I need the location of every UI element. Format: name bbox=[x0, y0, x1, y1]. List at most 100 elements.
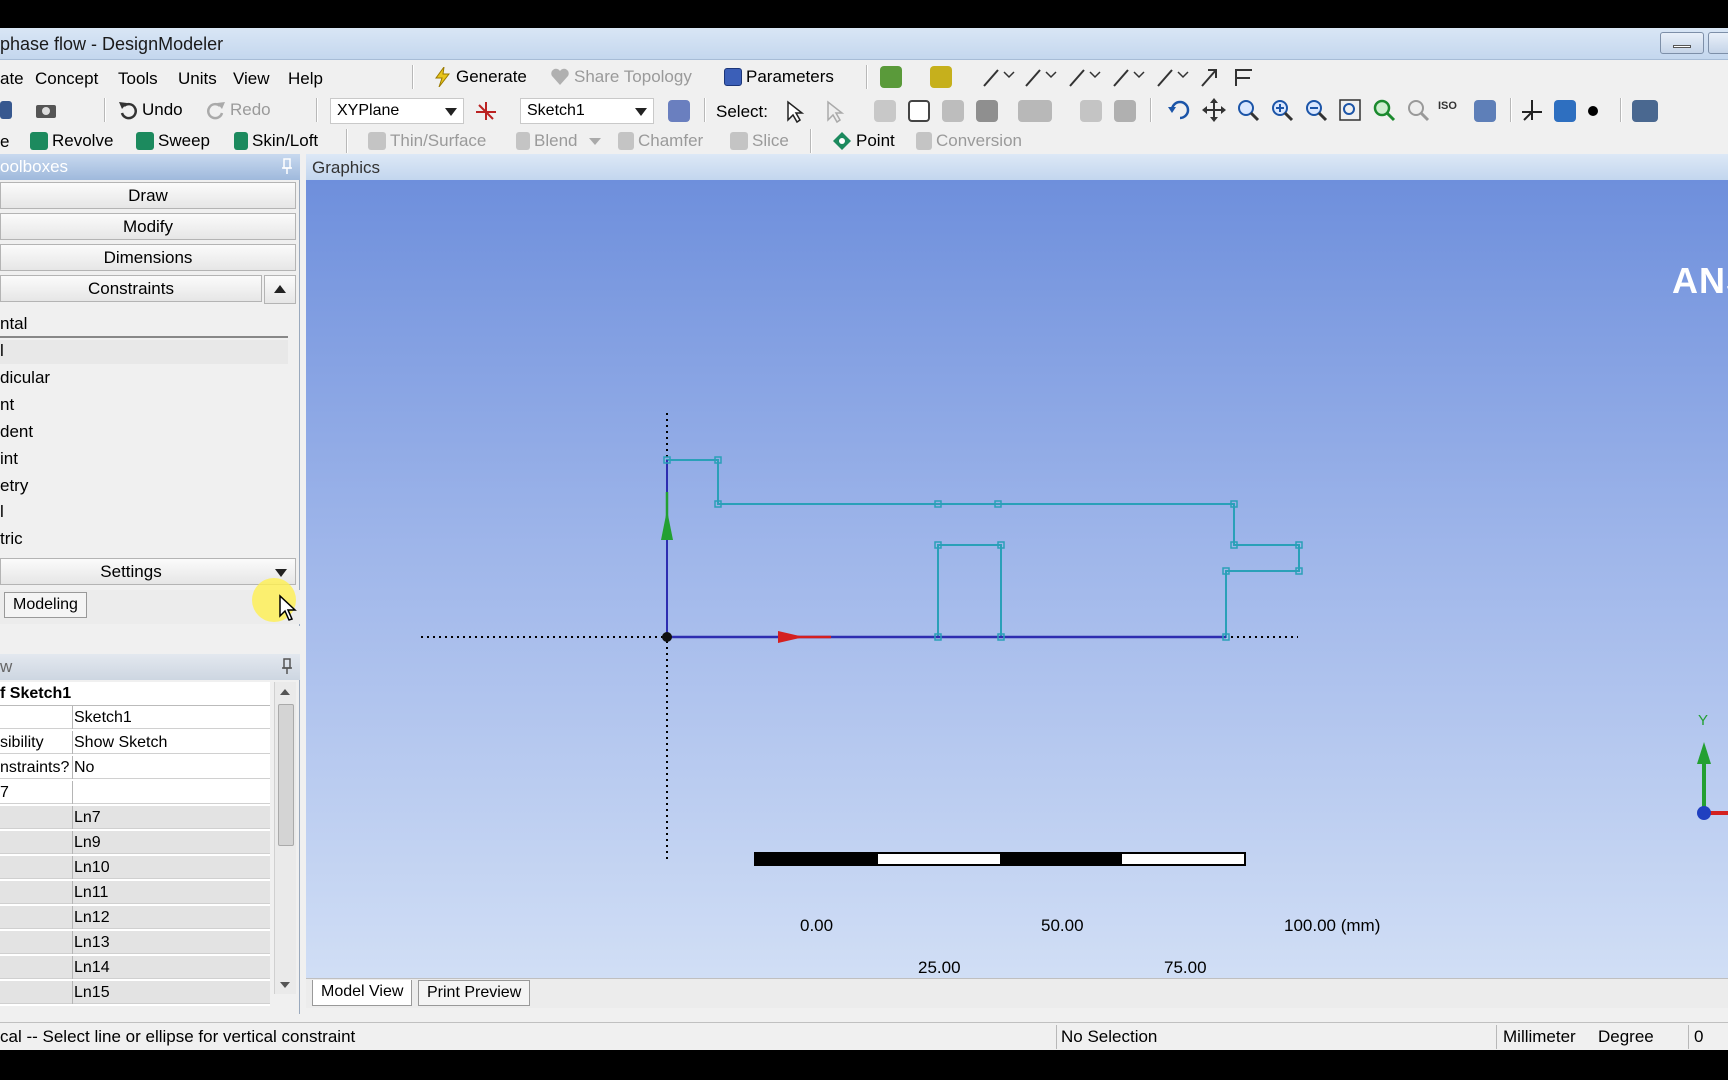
display-model-icon[interactable] bbox=[1554, 100, 1576, 122]
screenshot-icon[interactable] bbox=[34, 100, 58, 120]
scroll-up-button[interactable] bbox=[264, 275, 296, 304]
constraint-horizontal[interactable]: ntal bbox=[0, 314, 27, 334]
constraint-vertical[interactable]: l bbox=[0, 340, 288, 364]
constraint-concentric[interactable]: tric bbox=[0, 529, 23, 549]
select-all-icon[interactable] bbox=[1080, 100, 1102, 122]
share-topology-button[interactable]: Share Topology bbox=[550, 67, 692, 87]
undo-button[interactable]: Undo bbox=[118, 100, 183, 120]
thin-surface-button[interactable]: Thin/Surface bbox=[368, 131, 486, 151]
constraint-tangent[interactable]: nt bbox=[0, 395, 14, 415]
zoom-to-fit-icon[interactable] bbox=[1372, 98, 1396, 122]
box-zoom-icon[interactable] bbox=[1338, 98, 1362, 122]
help-icon[interactable] bbox=[1632, 100, 1658, 122]
point-button[interactable]: Point bbox=[832, 131, 895, 151]
origin-point[interactable] bbox=[662, 632, 672, 642]
select-mode-dropdown-icon[interactable] bbox=[820, 98, 850, 124]
details-row[interactable]: Ln9 bbox=[0, 831, 270, 854]
status-length-unit[interactable]: Millimeter bbox=[1503, 1027, 1576, 1047]
details-row[interactable]: Ln11 bbox=[0, 881, 270, 904]
details-row[interactable]: Ln7 bbox=[0, 806, 270, 829]
select-point-icon[interactable] bbox=[874, 100, 896, 122]
details-row[interactable]: Ln13 bbox=[0, 931, 270, 954]
plane-select[interactable]: XYPlane bbox=[330, 98, 464, 124]
extend-selection-icon[interactable] bbox=[1018, 100, 1052, 122]
status-angle-unit[interactable]: Degree bbox=[1598, 1027, 1654, 1047]
magnifier-icon[interactable] bbox=[1406, 98, 1430, 122]
select-face-icon[interactable] bbox=[942, 100, 964, 122]
revolve-button[interactable]: Revolve bbox=[30, 131, 113, 151]
details-scrollbar[interactable] bbox=[274, 682, 296, 994]
details-row[interactable]: Ln15 bbox=[0, 981, 270, 1004]
iso-view-icon[interactable]: ISO bbox=[1438, 100, 1457, 112]
chevron-up-icon[interactable] bbox=[280, 689, 290, 695]
constraints-group-button[interactable]: Constraints bbox=[0, 275, 262, 302]
details-row[interactable]: Ln10 bbox=[0, 856, 270, 879]
face-select-filter-icon[interactable] bbox=[880, 66, 902, 88]
blend-button[interactable]: Blend bbox=[516, 131, 602, 151]
details-row[interactable]: Ln14 bbox=[0, 956, 270, 979]
select-edge-icon[interactable] bbox=[908, 100, 930, 122]
modify-group-button[interactable]: Modify bbox=[0, 213, 296, 240]
new-plane-icon[interactable] bbox=[474, 100, 498, 122]
previous-view-icon[interactable] bbox=[1474, 100, 1496, 122]
box-select-icon[interactable] bbox=[1114, 100, 1136, 122]
zoom-out-icon[interactable] bbox=[1304, 98, 1328, 122]
sweep-button[interactable]: Sweep bbox=[136, 131, 210, 151]
menu-tools[interactable]: Tools bbox=[118, 69, 158, 89]
tab-model-view[interactable]: Model View bbox=[312, 980, 413, 1006]
menu-view[interactable]: View bbox=[233, 69, 270, 89]
zoom-icon[interactable] bbox=[1236, 98, 1260, 122]
generate-button[interactable]: Generate bbox=[434, 67, 527, 87]
parameters-button[interactable]: Parameters bbox=[724, 67, 834, 87]
skin-loft-button[interactable]: Skin/Loft bbox=[234, 131, 318, 151]
details-row[interactable]: Sketch1 bbox=[0, 706, 270, 729]
chevron-down-icon bbox=[635, 108, 647, 116]
menu-concept[interactable]: Concept bbox=[35, 69, 98, 89]
constraint-parallel[interactable]: l bbox=[0, 502, 4, 522]
pin-icon[interactable] bbox=[282, 658, 292, 674]
body-select-filter-icon[interactable] bbox=[930, 66, 952, 88]
dimensions-group-button[interactable]: Dimensions bbox=[0, 244, 296, 271]
chevron-down-icon[interactable] bbox=[280, 982, 290, 988]
sketch-select[interactable]: Sketch1 bbox=[520, 98, 654, 124]
sketch-canvas[interactable] bbox=[306, 180, 1728, 1006]
details-row[interactable]: 7 bbox=[0, 781, 270, 804]
details-row-divider bbox=[72, 956, 73, 979]
menu-help[interactable]: Help bbox=[288, 69, 323, 89]
new-sketch-icon[interactable] bbox=[668, 100, 690, 122]
pan-icon[interactable] bbox=[1202, 98, 1226, 122]
settings-group-button[interactable]: Settings bbox=[0, 558, 296, 585]
blend-icon bbox=[516, 132, 530, 150]
select-mode-icon[interactable] bbox=[780, 98, 810, 124]
tab-modeling[interactable]: Modeling bbox=[4, 592, 87, 618]
pin-icon[interactable] bbox=[282, 158, 292, 174]
constraint-midpoint[interactable]: int bbox=[0, 449, 18, 469]
display-point-icon[interactable] bbox=[1588, 106, 1598, 116]
details-row[interactable]: sibility Show Sketch bbox=[0, 731, 270, 754]
triad-toggle-icon[interactable] bbox=[1520, 98, 1544, 122]
scrollbar-thumb[interactable] bbox=[278, 704, 294, 846]
details-row[interactable]: Ln12 bbox=[0, 906, 270, 929]
tab-print-preview[interactable]: Print Preview bbox=[418, 980, 531, 1006]
save-icon[interactable] bbox=[0, 101, 12, 119]
details-row[interactable]: nstraints? No bbox=[0, 756, 270, 779]
extrude-button[interactable]: e bbox=[0, 132, 9, 152]
zoom-in-icon[interactable] bbox=[1270, 98, 1294, 122]
maximize-button[interactable] bbox=[1708, 32, 1728, 54]
constraint-coincident[interactable]: dent bbox=[0, 422, 33, 442]
sketch-profile[interactable] bbox=[666, 459, 1300, 638]
redo-button[interactable]: Redo bbox=[206, 100, 271, 120]
chamfer-button[interactable]: Chamfer bbox=[618, 131, 703, 151]
draw-group-button[interactable]: Draw bbox=[0, 182, 296, 209]
constraint-perpendicular[interactable]: dicular bbox=[0, 368, 50, 388]
select-body-icon[interactable] bbox=[976, 100, 998, 122]
rotate-icon[interactable] bbox=[1168, 98, 1192, 122]
slice-button[interactable]: Slice bbox=[730, 131, 789, 151]
constraint-symmetry[interactable]: etry bbox=[0, 476, 28, 496]
menu-create[interactable]: ate bbox=[0, 69, 24, 89]
sketch-filter-icons[interactable] bbox=[980, 64, 1260, 90]
graphics-viewport[interactable]: ANS bbox=[306, 180, 1728, 1006]
minimize-button[interactable] bbox=[1660, 32, 1704, 54]
conversion-button[interactable]: Conversion bbox=[916, 131, 1022, 151]
menu-units[interactable]: Units bbox=[178, 69, 217, 89]
